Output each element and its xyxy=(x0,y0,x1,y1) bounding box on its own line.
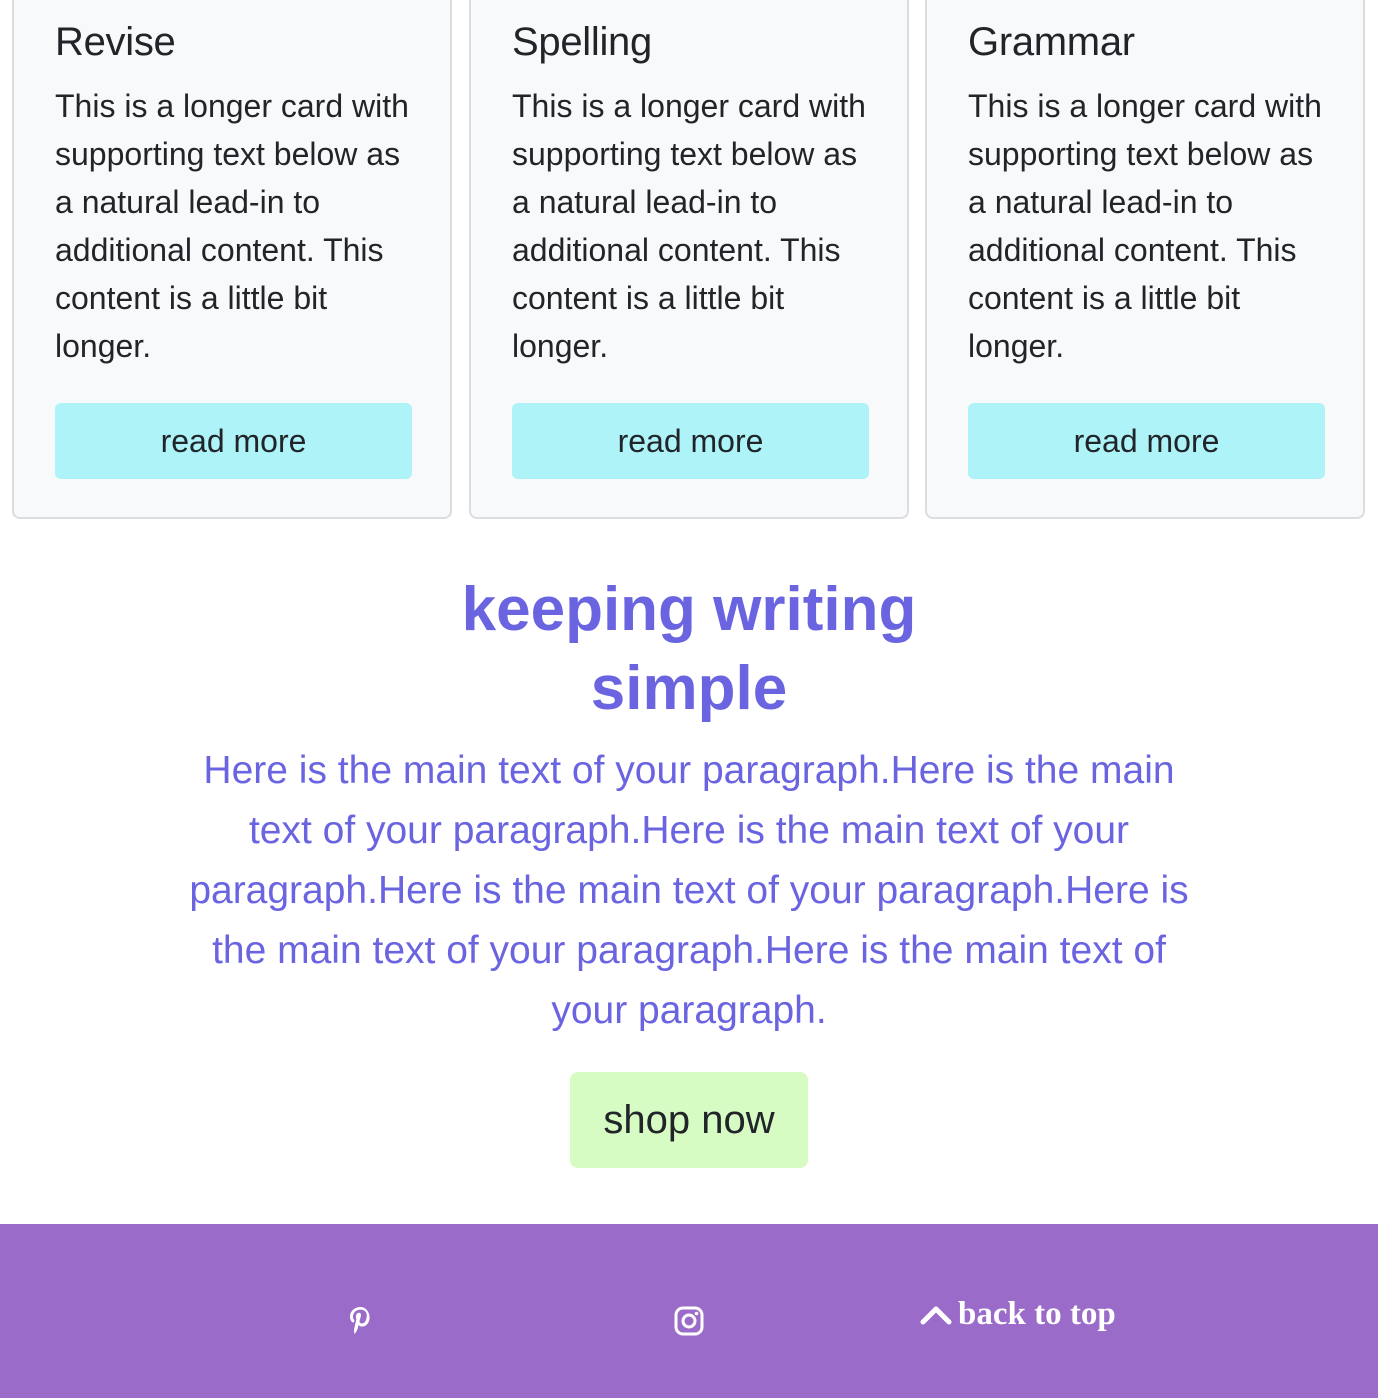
feature-headline-line1: keeping writing xyxy=(461,575,917,644)
footer: back to top xyxy=(0,1224,1378,1398)
pinterest-icon[interactable] xyxy=(344,1304,378,1338)
card-text: This is a longer card with supporting te… xyxy=(512,88,866,364)
chevron-up-icon xyxy=(920,1306,952,1325)
read-more-button[interactable]: read more xyxy=(55,403,412,479)
card-text: This is a longer card with supporting te… xyxy=(55,88,409,364)
card-title: Grammar xyxy=(968,20,1135,64)
read-more-button[interactable]: read more xyxy=(968,403,1325,479)
card-title: Spelling xyxy=(512,20,652,64)
back-to-top-label: back to top xyxy=(958,1295,1116,1332)
instagram-icon[interactable] xyxy=(672,1304,706,1338)
feature-headline-line2: simple xyxy=(590,654,788,723)
card-deck: Revise This is a longer card with suppor… xyxy=(0,0,1378,520)
card-title: Revise xyxy=(55,20,176,64)
read-more-button[interactable]: read more xyxy=(512,403,869,479)
shop-now-button[interactable]: shop now xyxy=(570,1072,808,1168)
feature-headline: keeping writing simple xyxy=(0,570,1378,728)
card-spelling: Spelling This is a longer card with supp… xyxy=(469,0,909,519)
back-to-top-link[interactable]: back to top xyxy=(920,1294,1116,1334)
card-grammar: Grammar This is a longer card with suppo… xyxy=(925,0,1365,519)
card-revise: Revise This is a longer card with suppor… xyxy=(12,0,452,519)
feature-paragraph: Here is the main text of your paragraph.… xyxy=(189,749,1189,1032)
card-text: This is a longer card with supporting te… xyxy=(968,88,1322,364)
